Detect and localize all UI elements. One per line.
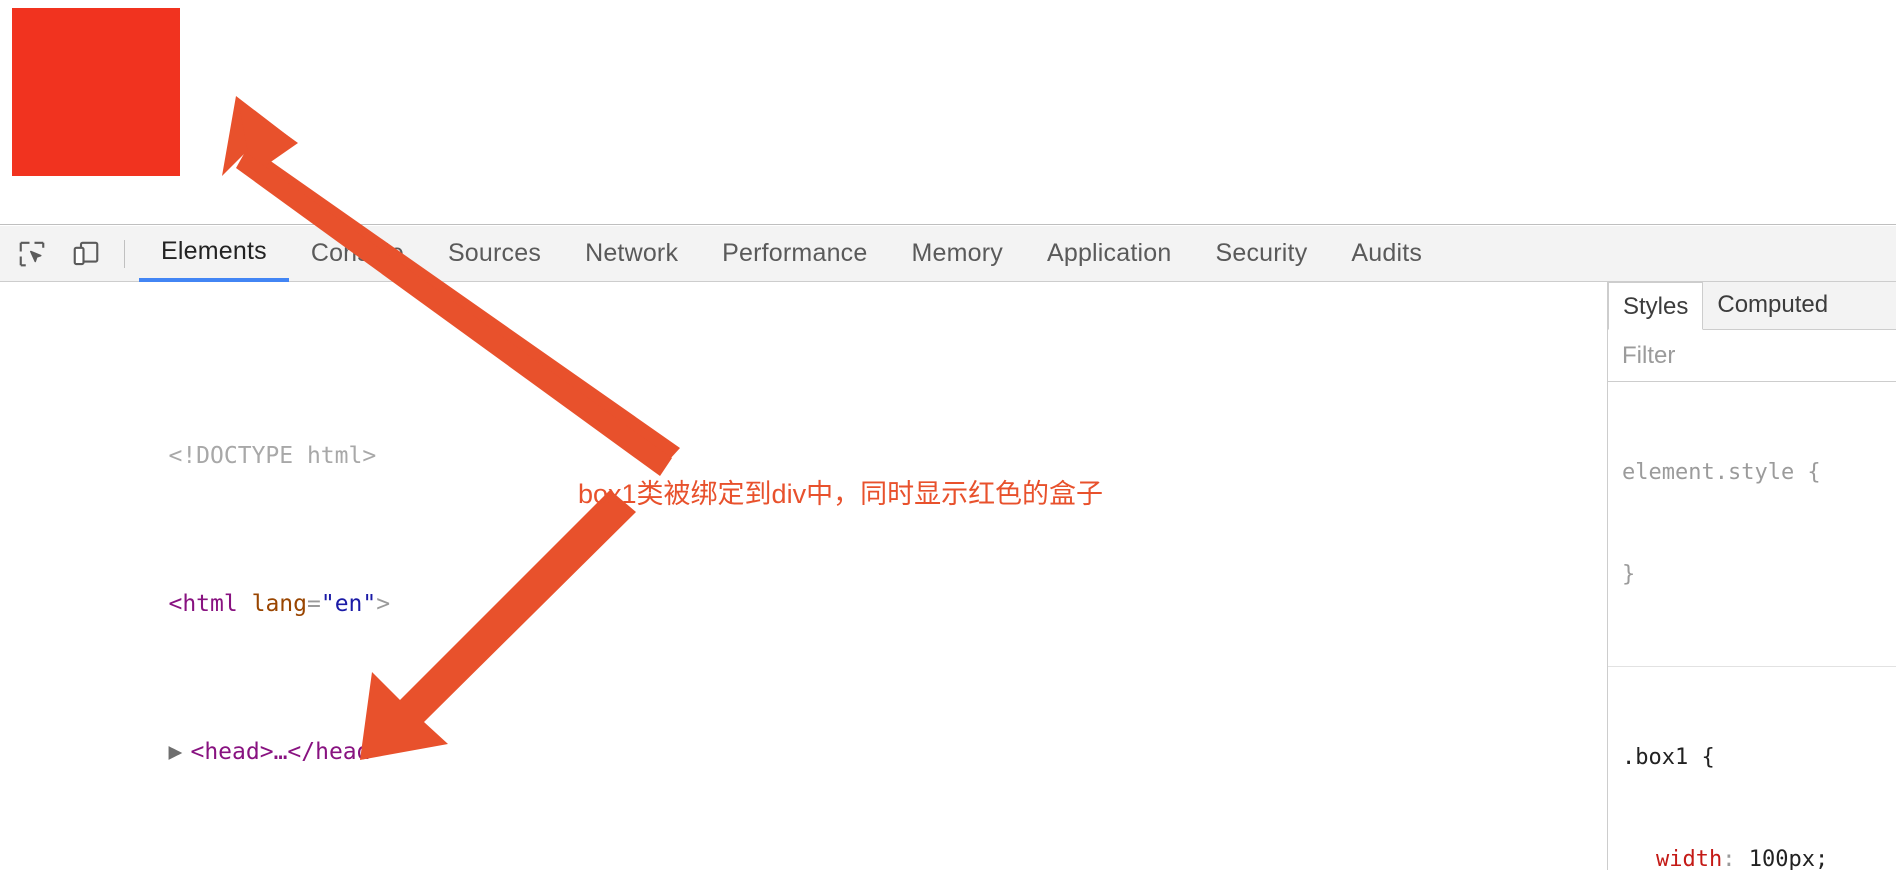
dom-line-html[interactable]: <html lang="en"> — [0, 549, 1607, 617]
panel-tab-strip: Elements Console Sources Network Perform… — [139, 226, 1444, 282]
tab-audits[interactable]: Audits — [1329, 226, 1444, 282]
inspect-element-icon[interactable] — [10, 232, 54, 276]
css-rule-element-style[interactable]: element.style { } — [1608, 382, 1896, 667]
page-preview-area — [0, 0, 1896, 225]
dom-line-body[interactable]: ▼<body> — [0, 845, 1607, 870]
tab-application[interactable]: Application — [1025, 226, 1194, 282]
dom-tree: <!DOCTYPE html> <html lang="en"> ▶ <head>… — [0, 282, 1607, 870]
device-toolbar-icon[interactable] — [64, 232, 108, 276]
annotation-note: box1类被绑定到div中，同时显示红色的盒子 — [578, 479, 1104, 509]
tab-performance[interactable]: Performance — [700, 226, 889, 282]
styles-filter-input[interactable]: Filter — [1608, 330, 1896, 382]
html-close-bracket: > — [376, 591, 391, 617]
red-box-preview — [12, 8, 180, 176]
equals-1: = — [306, 591, 321, 617]
dom-line-head[interactable]: ▶ <head>…</head> — [0, 697, 1607, 765]
tab-security[interactable]: Security — [1193, 226, 1329, 282]
css-selector-element-style: element.style { — [1622, 460, 1821, 485]
devtools-toolbar: Elements Console Sources Network Perform… — [0, 226, 1896, 282]
dom-line-doctype[interactable]: <!DOCTYPE html> — [0, 401, 1607, 469]
head-collapsed-text: <head>…</head> — [190, 739, 385, 765]
toolbar-divider — [124, 239, 125, 268]
dom-tree-pane[interactable]: <!DOCTYPE html> <html lang="en"> ▶ <head>… — [0, 282, 1608, 870]
tab-elements[interactable]: Elements — [139, 226, 289, 282]
tab-sources[interactable]: Sources — [426, 226, 563, 282]
styles-tab-bar: Styles Computed — [1608, 282, 1896, 330]
devtools-screenshot: Elements Console Sources Network Perform… — [0, 0, 1896, 870]
doctype-text: <!DOCTYPE html> — [168, 443, 377, 469]
css-selector-box1: .box1 { — [1622, 745, 1715, 770]
css-rule-box1[interactable]: .box1 { width: 100px; height: 100px; bac… — [1608, 667, 1896, 870]
css-value-width: 100px; — [1748, 847, 1829, 870]
css-prop-width: width — [1656, 847, 1723, 870]
tab-network[interactable]: Network — [563, 226, 700, 282]
styles-sidebar: Styles Computed Filter element.style { }… — [1608, 282, 1896, 870]
tab-memory[interactable]: Memory — [889, 226, 1024, 282]
html-lang-attr-name: lang — [251, 591, 307, 617]
tab-styles[interactable]: Styles — [1608, 282, 1704, 330]
space-1 — [238, 591, 252, 617]
html-open-tag: <html — [168, 591, 238, 617]
colon-1: : — [1722, 847, 1749, 870]
css-close-brace-0: } — [1622, 562, 1636, 587]
css-declaration-width[interactable]: width: 100px; — [1622, 843, 1896, 870]
devtools-main-body: <!DOCTYPE html> <html lang="en"> ▶ <head>… — [0, 282, 1896, 870]
html-lang-attr-value: "en" — [320, 591, 377, 617]
expand-triangle-collapsed-icon[interactable]: ▶ — [168, 734, 190, 771]
tab-console[interactable]: Console — [289, 226, 426, 282]
tab-computed[interactable]: Computed — [1703, 282, 1842, 329]
